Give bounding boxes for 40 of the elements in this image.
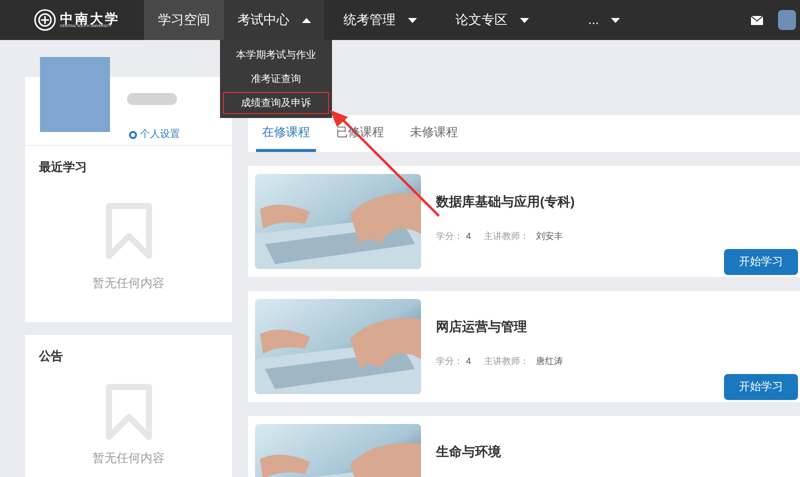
teacher-label: 主讲教师： (484, 354, 530, 368)
settings-icon (129, 130, 137, 138)
nav-menu-item[interactable]: 学习空间 (144, 0, 224, 40)
logo-title: 中南大学 (60, 12, 120, 25)
teacher-name: 刘安丰 (536, 230, 564, 242)
nav-menu-item[interactable]: 论文专区 (436, 0, 548, 40)
nav-menu-item[interactable]: 考试中心 (224, 0, 324, 40)
course-title[interactable]: 生命与环境 (436, 442, 800, 462)
nav-menu-item[interactable]: 统考管理 (324, 0, 436, 40)
caret-icon (520, 18, 528, 22)
empty-message: 暂无任何内容 (92, 275, 164, 292)
bookmark-icon (104, 202, 152, 260)
caret-icon (302, 18, 310, 22)
start-learning-button[interactable]: 开始学习 (724, 374, 798, 400)
empty-message: 暂无任何内容 (92, 450, 164, 467)
start-learning-button[interactable]: 开始学习 (724, 249, 798, 275)
dropdown-item[interactable]: 准考证查询 (223, 68, 329, 90)
nav-menu-item[interactable]: ... (548, 0, 660, 40)
course-title[interactable]: 数据库基础与应用(专科) (436, 192, 800, 212)
credit-label: 学分： (436, 230, 463, 242)
user-avatar[interactable] (778, 10, 796, 30)
personal-settings-link[interactable]: 个人设置 (129, 127, 180, 142)
bookmark-icon (104, 383, 152, 441)
blurred-name (127, 93, 177, 105)
mail-icon[interactable] (751, 16, 763, 24)
dropdown-item[interactable]: 成绩查询及申诉 (223, 92, 329, 114)
course-tab[interactable]: 在修课程 (256, 115, 316, 152)
course-tab[interactable]: 未修课程 (404, 115, 464, 152)
credit-value: 4 (466, 230, 472, 242)
section-title: 公告 (39, 348, 64, 365)
emblem-icon (34, 9, 56, 31)
teacher-name: 唐红涛 (536, 354, 564, 368)
caret-icon (610, 18, 620, 22)
teacher-label: 主讲教师： (484, 230, 530, 242)
section-title: 最近学习 (39, 159, 88, 176)
course-title[interactable]: 网店运营与管理 (436, 317, 800, 336)
credit-value: 4 (466, 354, 472, 368)
dropdown-item[interactable]: 本学期考试与作业 (223, 44, 329, 66)
credit-label: 学分： (436, 354, 463, 368)
caret-icon (408, 18, 416, 22)
